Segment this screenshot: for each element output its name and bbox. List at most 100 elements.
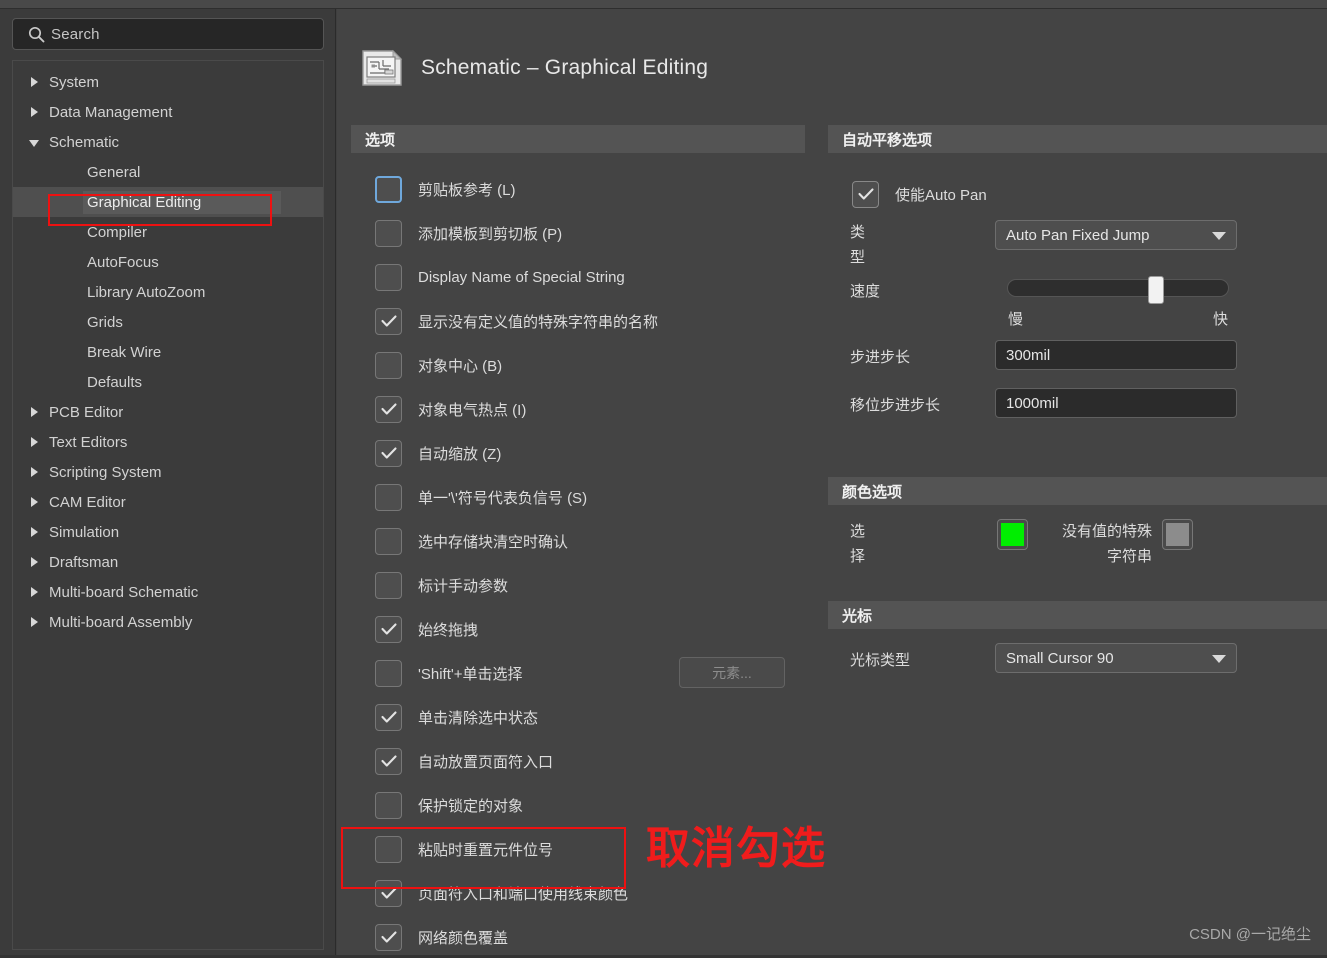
- chevron-down-icon: [1212, 232, 1226, 240]
- novalue-color-swatch[interactable]: [1162, 519, 1193, 550]
- autopan-speed-slider[interactable]: [1007, 276, 1229, 304]
- option-checkbox[interactable]: [375, 659, 402, 687]
- option-row[interactable]: 对象中心 (B): [351, 343, 805, 387]
- sidebar-item-label: PCB Editor: [49, 403, 124, 421]
- watermark-text: CSDN @一记绝尘: [1189, 926, 1311, 943]
- option-row[interactable]: 'Shift'+单击选择 元素...: [351, 651, 805, 695]
- option-row[interactable]: 始终拖拽: [351, 607, 805, 651]
- option-label: 自动放置页面符入口: [418, 753, 554, 771]
- sidebar-item-break-wire[interactable]: Break Wire: [13, 337, 323, 367]
- option-label: 保护锁定的对象: [418, 797, 524, 815]
- settings-tree[interactable]: System Data Management Schematic General Gra…: [12, 60, 324, 950]
- option-label: 单一'\'符号代表负信号 (S): [418, 489, 588, 507]
- option-checkbox[interactable]: [375, 351, 402, 379]
- option-label: 网络颜色覆盖: [418, 929, 509, 947]
- option-row[interactable]: 剪贴板参考 (L): [351, 167, 805, 211]
- option-checkbox[interactable]: [375, 219, 402, 247]
- option-row[interactable]: 标计手动参数: [351, 563, 805, 607]
- cursor-group-body: 光标类型 Small Cursor 90: [828, 629, 1327, 713]
- option-checkbox[interactable]: [375, 791, 402, 819]
- chevron-right-icon[interactable]: [27, 75, 41, 89]
- chevron-right-icon[interactable]: [27, 615, 41, 629]
- sidebar-item-scripting-system[interactable]: Scripting System: [13, 457, 323, 487]
- sidebar-item-schematic[interactable]: Schematic: [13, 127, 323, 157]
- sidebar-item-compiler[interactable]: Compiler: [13, 217, 323, 247]
- chevron-right-icon[interactable]: [27, 405, 41, 419]
- slider-thumb[interactable]: [1147, 276, 1164, 304]
- option-checkbox[interactable]: [375, 747, 402, 775]
- sidebar-item-label: Compiler: [87, 223, 148, 241]
- chevron-right-icon[interactable]: [27, 435, 41, 449]
- sidebar-item-pcb-editor[interactable]: PCB Editor: [13, 397, 323, 427]
- sidebar-item-grids[interactable]: Grids: [13, 307, 323, 337]
- option-row[interactable]: 添加模板到剪切板 (P): [351, 211, 805, 255]
- sidebar-item-data-management[interactable]: Data Management: [13, 97, 323, 127]
- chevron-right-icon[interactable]: [27, 525, 41, 539]
- option-checkbox[interactable]: [375, 175, 402, 203]
- sidebar-item-library-autozoom[interactable]: Library AutoZoom: [13, 277, 323, 307]
- autopan-speed-row: 速度 慢 快: [828, 276, 1327, 340]
- option-checkbox[interactable]: [375, 835, 402, 863]
- option-row[interactable]: 显示没有定义值的特殊字符串的名称: [351, 299, 805, 343]
- chevron-right-icon[interactable]: [27, 465, 41, 479]
- chevron-right-icon[interactable]: [27, 555, 41, 569]
- option-row[interactable]: 网络颜色覆盖: [351, 915, 805, 958]
- sidebar-item-multi-board-assembly[interactable]: Multi-board Assembly: [13, 607, 323, 637]
- sidebar-item-text-editors[interactable]: Text Editors: [13, 427, 323, 457]
- autopan-group: 自动平移选项 使能Auto Pan 类型 Auto Pan Fixed Jump…: [828, 125, 1327, 477]
- chevron-right-icon[interactable]: [27, 495, 41, 509]
- option-row[interactable]: 对象电气热点 (I): [351, 387, 805, 431]
- search-placeholder-text: Search: [51, 25, 100, 43]
- sidebar-item-cam-editor[interactable]: CAM Editor: [13, 487, 323, 517]
- sidebar-item-multi-board-schematic[interactable]: Multi-board Schematic: [13, 577, 323, 607]
- selection-color-swatch[interactable]: [997, 519, 1028, 550]
- sidebar-item-draftsman[interactable]: Draftsman: [13, 547, 323, 577]
- option-row[interactable]: 页面符入口和端口使用线束颜色: [351, 871, 805, 915]
- autopan-enable-checkbox[interactable]: [852, 181, 879, 208]
- sidebar-item-label: AutoFocus: [87, 253, 159, 271]
- option-checkbox[interactable]: [375, 395, 402, 423]
- search-input[interactable]: Search: [12, 18, 324, 50]
- option-checkbox[interactable]: [375, 703, 402, 731]
- sidebar-item-autofocus[interactable]: AutoFocus: [13, 247, 323, 277]
- autopan-shift-step-value: 1000mil: [1006, 394, 1059, 412]
- option-checkbox[interactable]: [375, 923, 402, 951]
- option-checkbox[interactable]: [375, 483, 402, 511]
- option-row[interactable]: Display Name of Special String: [351, 255, 805, 299]
- option-row[interactable]: 单一'\'符号代表负信号 (S): [351, 475, 805, 519]
- option-row[interactable]: 自动缩放 (Z): [351, 431, 805, 475]
- autopan-enable-row[interactable]: 使能Auto Pan: [828, 181, 1327, 208]
- autopan-step-input[interactable]: 300mil: [995, 340, 1237, 370]
- sidebar-item-system[interactable]: System: [13, 67, 323, 97]
- autopan-type-label: 类型: [850, 224, 866, 266]
- sidebar-item-general[interactable]: General: [13, 157, 323, 187]
- option-checkbox[interactable]: [375, 439, 402, 467]
- selection-color-label: 选择: [850, 523, 866, 565]
- autopan-shift-step-input[interactable]: 1000mil: [995, 388, 1237, 418]
- option-row[interactable]: 选中存储块清空时确认: [351, 519, 805, 563]
- option-checkbox[interactable]: [375, 307, 402, 335]
- sidebar-item-simulation[interactable]: Simulation: [13, 517, 323, 547]
- sidebar-item-defaults[interactable]: Defaults: [13, 367, 323, 397]
- cursor-type-dropdown[interactable]: Small Cursor 90: [995, 643, 1237, 673]
- option-checkbox[interactable]: [375, 879, 402, 907]
- option-checkbox[interactable]: [375, 615, 402, 643]
- option-label: 自动缩放 (Z): [418, 445, 502, 463]
- window-top-strip: [0, 0, 1327, 9]
- option-row[interactable]: 自动放置页面符入口: [351, 739, 805, 783]
- elements-button[interactable]: 元素...: [679, 657, 785, 688]
- option-checkbox[interactable]: [375, 571, 402, 599]
- cursor-group: 光标 光标类型 Small Cursor 90: [828, 601, 1327, 713]
- option-row[interactable]: 单击清除选中状态: [351, 695, 805, 739]
- sidebar-item-graphical-editing[interactable]: Graphical Editing: [13, 187, 323, 217]
- chevron-right-icon[interactable]: [27, 585, 41, 599]
- sidebar-item-label: Simulation: [49, 523, 120, 541]
- sidebar-item-label: Defaults: [87, 373, 143, 391]
- chevron-right-icon[interactable]: [27, 105, 41, 119]
- sidebar-item-label: Library AutoZoom: [87, 283, 206, 301]
- option-checkbox[interactable]: [375, 527, 402, 555]
- chevron-down-icon[interactable]: [27, 135, 41, 149]
- autopan-type-dropdown[interactable]: Auto Pan Fixed Jump: [995, 220, 1237, 250]
- settings-content-area: Schematic – Graphical Editing 选项 剪贴板参考 (…: [337, 9, 1327, 958]
- option-checkbox[interactable]: [375, 263, 402, 291]
